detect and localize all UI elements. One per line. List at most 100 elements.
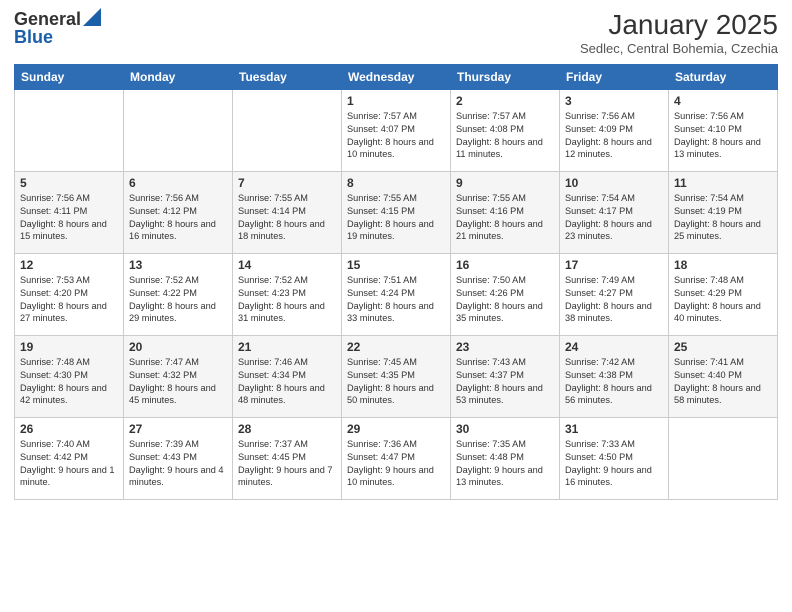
table-row: 28 Sunrise: 7:37 AM Sunset: 4:45 PM Dayli…: [233, 417, 342, 499]
logo-blue-text: Blue: [14, 28, 53, 46]
table-row: 7 Sunrise: 7:55 AM Sunset: 4:14 PM Daylig…: [233, 171, 342, 253]
day-number: 19: [20, 340, 118, 354]
table-row: 8Sunrise: 7:55 AM Sunset: 4:15 PM Daylig…: [342, 171, 451, 253]
calendar-week-2: 5 Sunrise: 7:56 AM Sunset: 4:11 PM Daylig…: [15, 171, 778, 253]
header: General Blue January 2025 Sedlec, Centra…: [14, 10, 778, 56]
day-number: 15: [347, 258, 445, 272]
table-row: 9Sunrise: 7:55 AM Sunset: 4:16 PM Daylig…: [451, 171, 560, 253]
day-info: Sunrise: 7:54 AM Sunset: 4:19 PM Dayligh…: [674, 192, 772, 244]
day-info: Sunrise: 7:56 AM Sunset: 4:11 PM Dayligh…: [20, 192, 118, 244]
table-row: 10 Sunrise: 7:54 AM Sunset: 4:17 PM Dayli…: [560, 171, 669, 253]
day-info: Sunrise: 7:45 AM Sunset: 4:35 PM Dayligh…: [347, 356, 445, 408]
table-row: 20 Sunrise: 7:47 AM Sunset: 4:32 PM Dayli…: [124, 335, 233, 417]
day-info: Sunrise: 7:52 AM Sunset: 4:22 PM Dayligh…: [129, 274, 227, 326]
table-row: 14Sunrise: 7:52 AM Sunset: 4:23 PM Dayli…: [233, 253, 342, 335]
day-info: Sunrise: 7:54 AM Sunset: 4:17 PM Dayligh…: [565, 192, 663, 244]
logo-general-text: General: [14, 10, 81, 28]
day-number: 31: [565, 422, 663, 436]
day-info: Sunrise: 7:56 AM Sunset: 4:10 PM Dayligh…: [674, 110, 772, 162]
day-info: Sunrise: 7:49 AM Sunset: 4:27 PM Dayligh…: [565, 274, 663, 326]
table-row: [669, 417, 778, 499]
day-info: Sunrise: 7:57 AM Sunset: 4:08 PM Dayligh…: [456, 110, 554, 162]
table-row: 22 Sunrise: 7:45 AM Sunset: 4:35 PM Dayli…: [342, 335, 451, 417]
table-row: 29 Sunrise: 7:36 AM Sunset: 4:47 PM Dayli…: [342, 417, 451, 499]
table-row: 21Sunrise: 7:46 AM Sunset: 4:34 PM Dayli…: [233, 335, 342, 417]
calendar-week-3: 12 Sunrise: 7:53 AM Sunset: 4:20 PM Dayli…: [15, 253, 778, 335]
day-number: 5: [20, 176, 118, 190]
day-number: 10: [565, 176, 663, 190]
table-row: 26 Sunrise: 7:40 AM Sunset: 4:42 PM Dayli…: [15, 417, 124, 499]
table-row: 30 Sunrise: 7:35 AM Sunset: 4:48 PM Dayli…: [451, 417, 560, 499]
table-row: 23Sunrise: 7:43 AM Sunset: 4:37 PM Dayli…: [451, 335, 560, 417]
calendar-week-4: 19Sunrise: 7:48 AM Sunset: 4:30 PM Dayli…: [15, 335, 778, 417]
day-info: Sunrise: 7:39 AM Sunset: 4:43 PM Dayligh…: [129, 438, 227, 490]
day-info: Sunrise: 7:51 AM Sunset: 4:24 PM Dayligh…: [347, 274, 445, 326]
day-info: Sunrise: 7:43 AM Sunset: 4:37 PM Dayligh…: [456, 356, 554, 408]
day-number: 20: [129, 340, 227, 354]
logo-icon: [83, 8, 101, 26]
day-info: Sunrise: 7:52 AM Sunset: 4:23 PM Dayligh…: [238, 274, 336, 326]
day-number: 27: [129, 422, 227, 436]
day-info: Sunrise: 7:41 AM Sunset: 4:40 PM Dayligh…: [674, 356, 772, 408]
day-info: Sunrise: 7:36 AM Sunset: 4:47 PM Dayligh…: [347, 438, 445, 490]
table-row: [124, 89, 233, 171]
day-info: Sunrise: 7:37 AM Sunset: 4:45 PM Dayligh…: [238, 438, 336, 490]
day-number: 22: [347, 340, 445, 354]
day-info: Sunrise: 7:33 AM Sunset: 4:50 PM Dayligh…: [565, 438, 663, 490]
day-number: 28: [238, 422, 336, 436]
table-row: 1Sunrise: 7:57 AM Sunset: 4:07 PM Daylig…: [342, 89, 451, 171]
day-info: Sunrise: 7:55 AM Sunset: 4:14 PM Dayligh…: [238, 192, 336, 244]
table-row: 16 Sunrise: 7:50 AM Sunset: 4:26 PM Dayli…: [451, 253, 560, 335]
logo: General Blue: [14, 10, 101, 46]
day-number: 12: [20, 258, 118, 272]
day-info: Sunrise: 7:46 AM Sunset: 4:34 PM Dayligh…: [238, 356, 336, 408]
day-info: Sunrise: 7:56 AM Sunset: 4:09 PM Dayligh…: [565, 110, 663, 162]
day-number: 16: [456, 258, 554, 272]
day-number: 4: [674, 94, 772, 108]
table-row: 11 Sunrise: 7:54 AM Sunset: 4:19 PM Dayli…: [669, 171, 778, 253]
header-wednesday: Wednesday: [342, 64, 451, 89]
day-info: Sunrise: 7:40 AM Sunset: 4:42 PM Dayligh…: [20, 438, 118, 490]
calendar-week-1: 1Sunrise: 7:57 AM Sunset: 4:07 PM Daylig…: [15, 89, 778, 171]
table-row: 5 Sunrise: 7:56 AM Sunset: 4:11 PM Daylig…: [15, 171, 124, 253]
day-number: 30: [456, 422, 554, 436]
title-section: January 2025 Sedlec, Central Bohemia, Cz…: [580, 10, 778, 56]
day-info: Sunrise: 7:55 AM Sunset: 4:15 PM Dayligh…: [347, 192, 445, 244]
table-row: 19Sunrise: 7:48 AM Sunset: 4:30 PM Dayli…: [15, 335, 124, 417]
table-row: 6Sunrise: 7:56 AM Sunset: 4:12 PM Daylig…: [124, 171, 233, 253]
header-monday: Monday: [124, 64, 233, 89]
day-number: 25: [674, 340, 772, 354]
page-container: General Blue January 2025 Sedlec, Centra…: [0, 0, 792, 508]
table-row: 27 Sunrise: 7:39 AM Sunset: 4:43 PM Dayli…: [124, 417, 233, 499]
table-row: 4 Sunrise: 7:56 AM Sunset: 4:10 PM Daylig…: [669, 89, 778, 171]
table-row: 15 Sunrise: 7:51 AM Sunset: 4:24 PM Dayli…: [342, 253, 451, 335]
day-info: Sunrise: 7:50 AM Sunset: 4:26 PM Dayligh…: [456, 274, 554, 326]
table-row: 17Sunrise: 7:49 AM Sunset: 4:27 PM Dayli…: [560, 253, 669, 335]
day-info: Sunrise: 7:48 AM Sunset: 4:29 PM Dayligh…: [674, 274, 772, 326]
header-saturday: Saturday: [669, 64, 778, 89]
table-row: 2 Sunrise: 7:57 AM Sunset: 4:08 PM Daylig…: [451, 89, 560, 171]
table-row: 25 Sunrise: 7:41 AM Sunset: 4:40 PM Dayli…: [669, 335, 778, 417]
header-friday: Friday: [560, 64, 669, 89]
day-info: Sunrise: 7:35 AM Sunset: 4:48 PM Dayligh…: [456, 438, 554, 490]
day-number: 26: [20, 422, 118, 436]
calendar-table: Sunday Monday Tuesday Wednesday Thursday…: [14, 64, 778, 500]
header-sunday: Sunday: [15, 64, 124, 89]
day-number: 1: [347, 94, 445, 108]
table-row: 3Sunrise: 7:56 AM Sunset: 4:09 PM Daylig…: [560, 89, 669, 171]
calendar-header-row: Sunday Monday Tuesday Wednesday Thursday…: [15, 64, 778, 89]
table-row: 31 Sunrise: 7:33 AM Sunset: 4:50 PM Dayli…: [560, 417, 669, 499]
day-number: 29: [347, 422, 445, 436]
day-info: Sunrise: 7:56 AM Sunset: 4:12 PM Dayligh…: [129, 192, 227, 244]
day-number: 7: [238, 176, 336, 190]
table-row: 13 Sunrise: 7:52 AM Sunset: 4:22 PM Dayli…: [124, 253, 233, 335]
day-number: 11: [674, 176, 772, 190]
table-row: [233, 89, 342, 171]
day-info: Sunrise: 7:53 AM Sunset: 4:20 PM Dayligh…: [20, 274, 118, 326]
day-number: 18: [674, 258, 772, 272]
day-number: 2: [456, 94, 554, 108]
table-row: 12 Sunrise: 7:53 AM Sunset: 4:20 PM Dayli…: [15, 253, 124, 335]
day-number: 13: [129, 258, 227, 272]
calendar-week-5: 26 Sunrise: 7:40 AM Sunset: 4:42 PM Dayli…: [15, 417, 778, 499]
day-info: Sunrise: 7:47 AM Sunset: 4:32 PM Dayligh…: [129, 356, 227, 408]
